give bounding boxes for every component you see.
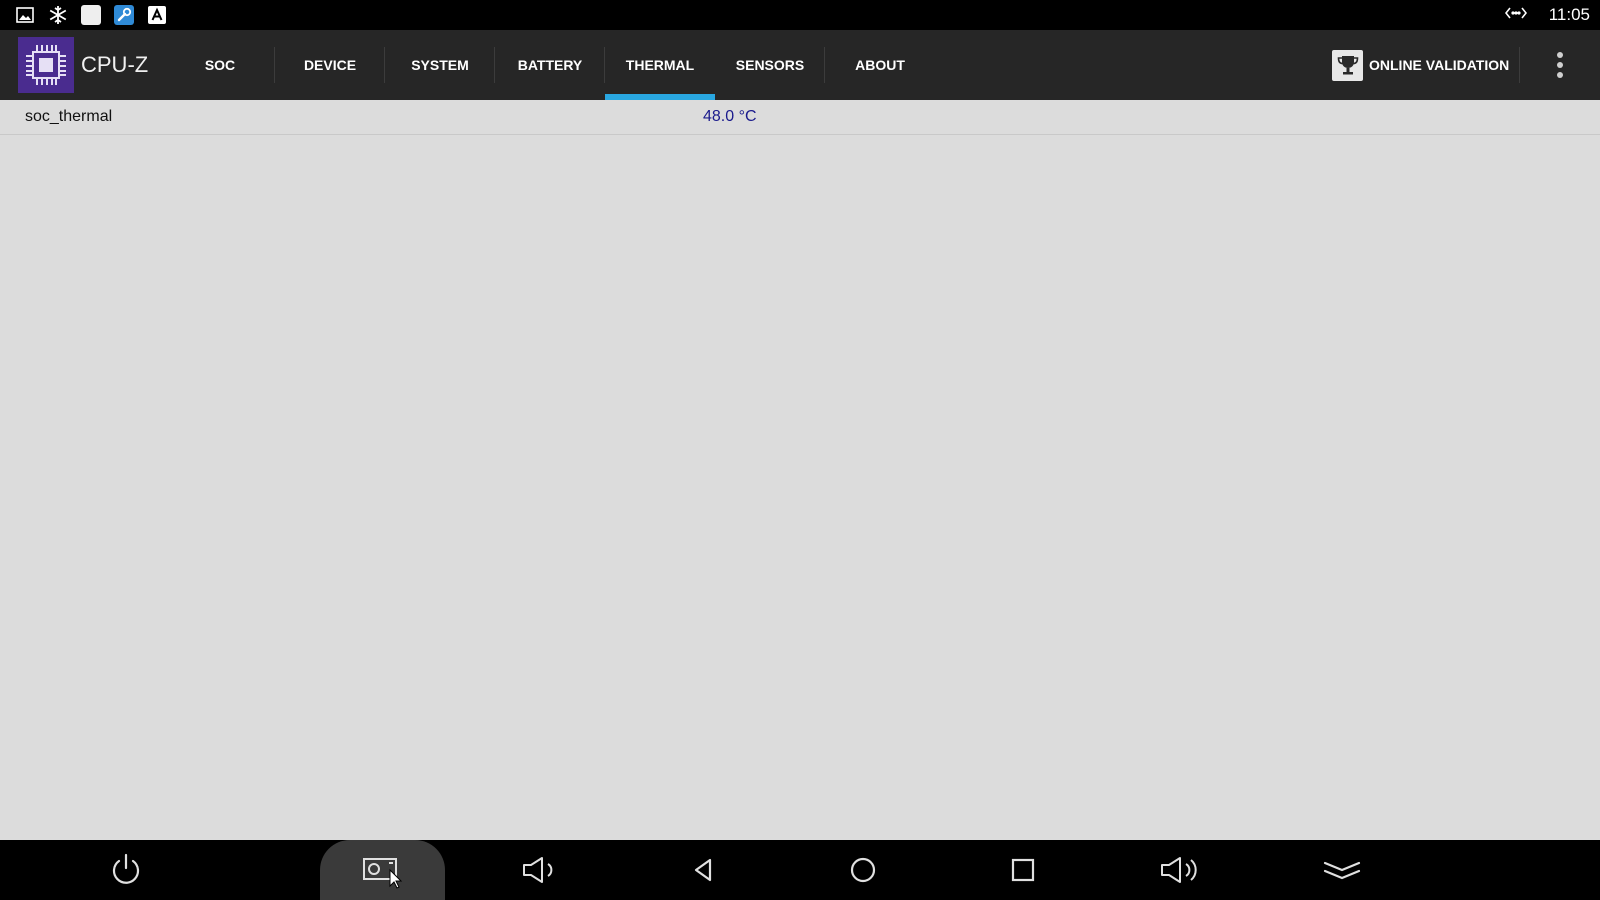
- thermal-zone-value: 48.0 °C: [703, 108, 757, 125]
- tab-label: SOC: [204, 57, 236, 73]
- tab-about[interactable]: ABOUT: [825, 30, 935, 100]
- tab-battery[interactable]: BATTERY: [495, 30, 605, 100]
- power-icon[interactable]: [86, 840, 166, 900]
- online-validation-label: ONLINE VALIDATION: [1369, 57, 1510, 73]
- tab-sensors[interactable]: SENSORS: [715, 30, 825, 100]
- tab-system[interactable]: SYSTEM: [385, 30, 495, 100]
- tab-label: ABOUT: [855, 57, 905, 73]
- volume-down-icon[interactable]: [500, 840, 580, 900]
- trophy-icon: [1332, 49, 1363, 81]
- volume-up-icon[interactable]: [1142, 840, 1222, 900]
- status-bar: 11:05: [0, 0, 1600, 30]
- snowflake-icon: [48, 5, 68, 25]
- more-vert-icon[interactable]: [1545, 45, 1575, 85]
- notification-icons: [0, 5, 167, 25]
- back-icon[interactable]: [663, 840, 743, 900]
- wrench-icon: [114, 5, 134, 25]
- clock: 11:05: [1548, 5, 1590, 24]
- toolbar-divider: [1519, 47, 1520, 83]
- thermal-zone-name: soc_thermal: [25, 108, 113, 125]
- tab-label: SENSORS: [735, 57, 805, 73]
- collapse-icon[interactable]: [1302, 840, 1382, 900]
- screenshot-icon[interactable]: [342, 840, 422, 900]
- tab-label: DEVICE: [303, 57, 357, 73]
- app-toolbar: CPU-Z SOC DEVICE SYSTEM BATTERY THERMAL …: [0, 30, 1600, 100]
- blank-app-icon: [81, 5, 101, 25]
- tab-label: SYSTEM: [411, 57, 469, 73]
- font-a-icon: [147, 5, 167, 25]
- ethernet-icon: [1504, 6, 1527, 24]
- tab-label: THERMAL: [625, 57, 695, 73]
- status-right: 11:05: [1504, 0, 1590, 30]
- tab-thermal[interactable]: THERMAL: [605, 30, 715, 100]
- navigation-bar: [0, 840, 1600, 900]
- app-title: CPU-Z: [81, 52, 149, 77]
- online-validation-button[interactable]: ONLINE VALIDATION: [1332, 30, 1509, 100]
- tab-bar: SOC DEVICE SYSTEM BATTERY THERMAL SENSOR…: [165, 30, 935, 100]
- recents-icon[interactable]: [983, 840, 1063, 900]
- thermal-panel: soc_thermal 48.0 °C: [0, 100, 1600, 840]
- tab-device[interactable]: DEVICE: [275, 30, 385, 100]
- cpu-chip-icon: [18, 37, 74, 93]
- list-item: soc_thermal 48.0 °C: [0, 100, 1600, 135]
- tab-label: BATTERY: [517, 57, 583, 73]
- image-icon: [15, 5, 35, 25]
- tab-soc[interactable]: SOC: [165, 30, 275, 100]
- home-icon[interactable]: [823, 840, 903, 900]
- android-screen: 11:05 CPU-Z SOC DEVICE SYSTEM BATTERY TH…: [0, 0, 1600, 900]
